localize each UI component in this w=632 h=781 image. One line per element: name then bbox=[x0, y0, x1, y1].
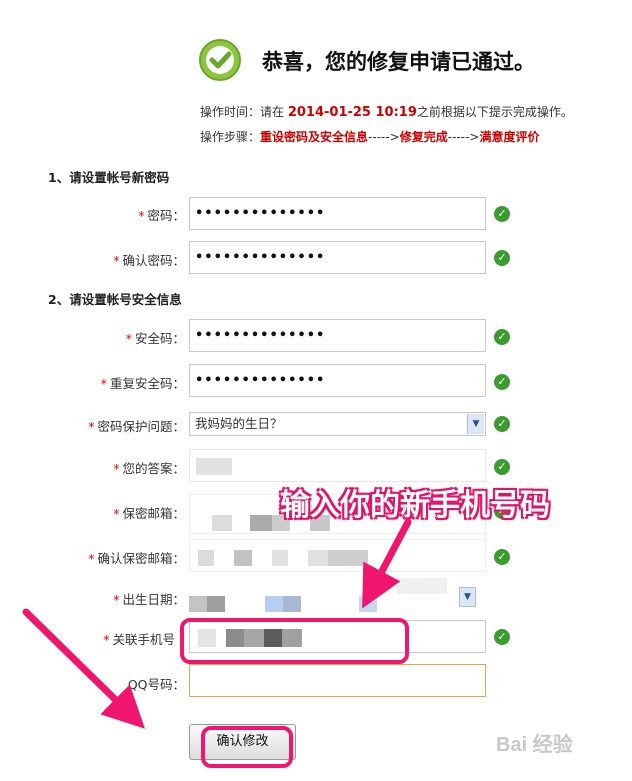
submit-highlight-box bbox=[201, 726, 293, 768]
annotation-arrows bbox=[22, 518, 412, 729]
watermark: Bai 经验 bbox=[496, 734, 573, 756]
